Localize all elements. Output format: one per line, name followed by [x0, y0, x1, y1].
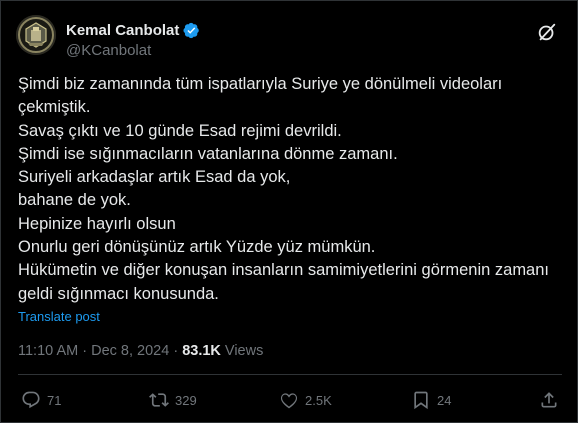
tweet-text-line: Hepinize hayırlı olsun: [18, 214, 176, 233]
tweet-header: Kemal Canbolat @KCanbolat: [16, 15, 564, 63]
display-name-row: Kemal Canbolat: [66, 21, 200, 39]
tweet-text-line: Onurlu geri dönüşünüz artık Yüzde yüz mü…: [18, 238, 376, 257]
repost-button[interactable]: 329: [149, 387, 197, 413]
author-info: Kemal Canbolat @KCanbolat: [66, 21, 200, 59]
divider: [18, 374, 562, 375]
share-button[interactable]: [539, 387, 565, 413]
tweet-text-line: Şimdi biz zamanında tüm ispatlarıyla Sur…: [18, 75, 503, 93]
tweet-text-line: bahane de yok.: [18, 191, 131, 210]
post-meta: 11:10 AM · Dec 8, 2024 · 83.1K Views: [18, 343, 263, 359]
tweet-text-line: çekmiştik.: [18, 98, 91, 117]
action-bar: 71 329 2.5K 24: [21, 387, 561, 413]
share-icon: [541, 392, 557, 408]
tweet-text-line: Şimdi ise sığınmacıların vatanlarına dön…: [18, 144, 398, 163]
post-date[interactable]: Dec 8, 2024: [91, 343, 169, 359]
avatar-badge-icon: [16, 15, 56, 55]
tweet-text: Şimdi biz zamanında tüm ispatlarıyla Sur…: [18, 73, 566, 306]
bookmark-icon: [414, 391, 428, 410]
tweet-text-line: geldi sığınmacı konusunda.: [18, 284, 219, 303]
like-count: 2.5K: [305, 392, 332, 408]
grok-icon[interactable]: [536, 21, 558, 43]
tweet-text-line: Suriyeli arkadaşlar artık Esad da yok,: [18, 168, 291, 187]
meta-separator: ·: [169, 343, 183, 359]
views-label: Views: [224, 343, 264, 359]
author-handle[interactable]: @KCanbolat: [66, 42, 200, 59]
verified-badge-icon: [183, 22, 200, 38]
heart-icon: [280, 393, 298, 409]
tweet-text-line: Hükümetin ve diğer konuşan insanların sa…: [18, 261, 549, 280]
meta-separator: ·: [78, 343, 92, 359]
like-button[interactable]: 2.5K: [279, 387, 332, 413]
tweet-card: Kemal Canbolat @KCanbolat Şimdi biz zama…: [0, 0, 578, 423]
bookmark-count: 24: [437, 392, 452, 408]
tweet-text-line: Savaş çıktı ve 10 günde Esad rejimi devr…: [18, 121, 342, 140]
translate-post-link[interactable]: Translate post: [18, 309, 100, 324]
display-name[interactable]: Kemal Canbolat: [66, 22, 179, 39]
reply-count: 71: [47, 392, 62, 408]
reply-icon: [22, 391, 40, 409]
repost-count: 329: [175, 392, 197, 408]
reply-button[interactable]: 71: [21, 387, 61, 413]
post-time[interactable]: 11:10 AM: [18, 343, 78, 359]
bookmark-button[interactable]: 24: [411, 387, 451, 413]
views-count[interactable]: 83.1K: [182, 343, 221, 359]
avatar[interactable]: [16, 15, 56, 55]
repost-icon: [149, 393, 169, 407]
